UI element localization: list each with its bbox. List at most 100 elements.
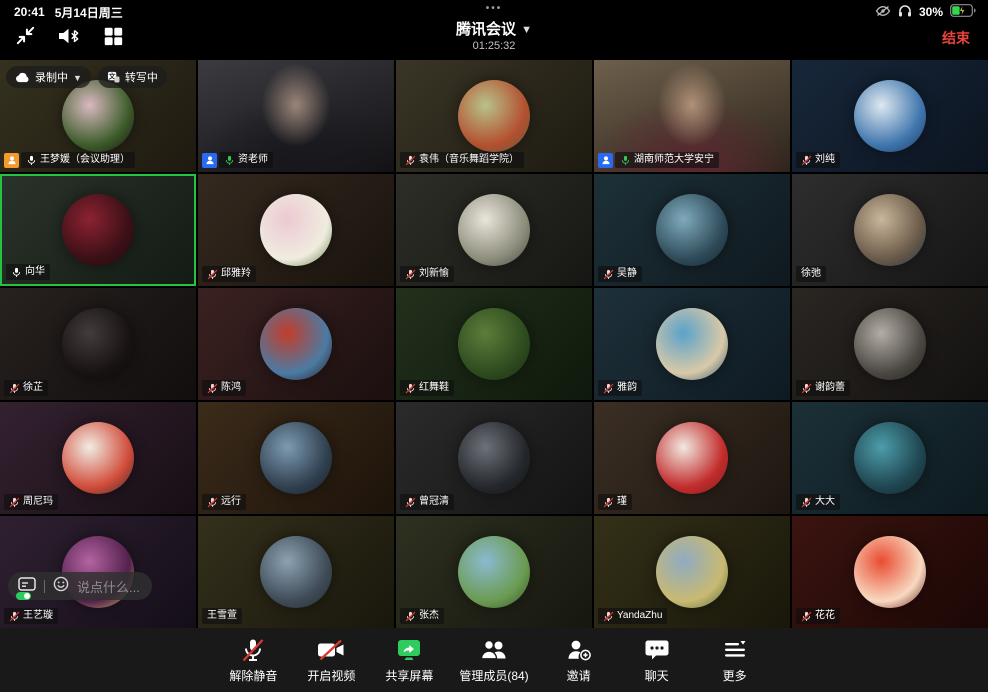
name-pill: 大大 <box>796 494 840 510</box>
participant-tile[interactable]: YandaZhu <box>594 516 790 628</box>
name-pill: 资老师 <box>219 152 273 168</box>
participant-name: 雅韵 <box>617 382 637 394</box>
speaker-bluetooth-icon[interactable] <box>57 25 82 47</box>
mic-icon <box>405 383 416 394</box>
mic-icon <box>207 497 218 508</box>
name-label-row: 谢韵蕾 <box>796 380 850 396</box>
host-badge-icon <box>4 153 19 168</box>
name-label-row: YandaZhu <box>598 608 667 624</box>
avatar <box>260 194 332 266</box>
chat-button[interactable]: 聊天 <box>629 636 685 684</box>
participant-name: 王艺璇 <box>23 610 53 622</box>
participant-tile[interactable]: 花花 <box>792 516 988 628</box>
invite-button[interactable]: 邀请 <box>551 636 607 684</box>
share-screen-button[interactable]: 共享屏幕 <box>381 636 437 684</box>
participant-tile[interactable]: 谢韵蕾 <box>792 288 988 400</box>
name-label-row: 资老师 <box>202 152 273 168</box>
invite-icon <box>565 636 593 663</box>
participant-tile[interactable]: 雅韵 <box>594 288 790 400</box>
name-pill: 向华 <box>6 264 50 280</box>
avatar <box>854 422 926 494</box>
subtitle-toggle-on[interactable] <box>16 592 31 600</box>
chat-quick-input[interactable]: 说点什么... <box>8 572 152 600</box>
participant-tile[interactable]: 周尼玛 <box>0 402 196 514</box>
mic-icon <box>9 383 20 394</box>
participant-tile[interactable]: 资老师 <box>198 60 394 172</box>
chat-input-placeholder[interactable]: 说点什么... <box>77 577 140 596</box>
avatar <box>62 194 134 266</box>
participant-tile[interactable]: 徐弛 <box>792 174 988 286</box>
avatar <box>854 80 926 152</box>
name-label-row: 曾冠清 <box>400 494 454 510</box>
participant-name: 瑾 <box>617 496 627 508</box>
battery-percent: 30% <box>919 5 943 19</box>
more-button[interactable]: 更多 <box>707 636 763 684</box>
participant-tile[interactable]: 袁伟（音乐舞蹈学院） <box>396 60 592 172</box>
meeting-title[interactable]: 腾讯会议 ▼ <box>456 18 532 39</box>
name-pill: 远行 <box>202 494 246 510</box>
participant-name: 邱雅羚 <box>221 268 251 280</box>
avatar <box>62 422 134 494</box>
layout-grid-icon[interactable] <box>102 25 124 47</box>
start-video-button[interactable]: 开启视频 <box>303 636 359 684</box>
mic-icon <box>603 497 614 508</box>
mic-icon <box>603 269 614 280</box>
manage-members-button[interactable]: 管理成员(84) <box>459 636 528 684</box>
transcribing-label: 转写中 <box>125 69 158 85</box>
mic-icon <box>224 155 235 166</box>
recording-badge[interactable]: 录制中▼ <box>6 66 91 88</box>
battery-charging-icon <box>950 4 976 20</box>
transcribing-badge[interactable]: 文转写中 <box>98 66 167 88</box>
name-pill: 王梦媛（会议助理） <box>21 152 135 168</box>
participant-name: 陈鸿 <box>221 382 241 394</box>
tool-label: 邀请 <box>567 667 591 684</box>
participant-tile[interactable]: 徐芷 <box>0 288 196 400</box>
members-icon <box>479 636 509 663</box>
mic-icon <box>405 269 416 280</box>
avatar <box>854 308 926 380</box>
participant-tile[interactable]: 远行 <box>198 402 394 514</box>
participant-name: 王雪萱 <box>207 610 237 622</box>
avatar <box>260 536 332 608</box>
participant-tile[interactable]: 大大 <box>792 402 988 514</box>
participant-tile[interactable]: 张杰 <box>396 516 592 628</box>
meeting-header: 腾讯会议 ▼ 01:25:32 <box>0 18 988 52</box>
name-label-row: 刘新愉 <box>400 266 454 282</box>
participant-tile[interactable]: 刘纯 <box>792 60 988 172</box>
mic-icon <box>801 155 812 166</box>
chevron-down-icon: ▼ <box>521 24 532 36</box>
mic-icon <box>207 383 218 394</box>
emoji-icon[interactable] <box>53 576 69 597</box>
participant-name: 周尼玛 <box>23 496 53 508</box>
participant-tile[interactable]: 录制中▼ 文转写中 王梦媛（会议助理） <box>0 60 196 172</box>
participant-tile[interactable]: 向华 <box>0 174 196 286</box>
mic-icon <box>405 611 416 622</box>
participant-tile[interactable]: 王雪萱 <box>198 516 394 628</box>
participant-tile[interactable]: 湖南师范大学安宁 <box>594 60 790 172</box>
mic-icon <box>603 611 614 622</box>
unmute-button[interactable]: 解除静音 <box>225 636 281 684</box>
name-pill: 张杰 <box>400 608 444 624</box>
minimize-icon[interactable] <box>14 24 37 47</box>
participant-name: 远行 <box>221 496 241 508</box>
chat-icon <box>644 636 670 663</box>
participant-name: 张杰 <box>419 610 439 622</box>
participant-tile[interactable]: 邱雅羚 <box>198 174 394 286</box>
participant-name: 谢韵蕾 <box>815 382 845 394</box>
name-label-row: 王梦媛（会议助理） <box>4 152 135 168</box>
participant-name: 刘新愉 <box>419 268 449 280</box>
participant-tile[interactable]: 瑾 <box>594 402 790 514</box>
participant-name: 红舞鞋 <box>419 382 449 394</box>
avatar <box>260 422 332 494</box>
subtitle-bubble-icon[interactable] <box>18 577 36 595</box>
name-label-row: 大大 <box>796 494 840 510</box>
participant-tile[interactable]: 红舞鞋 <box>396 288 592 400</box>
participant-tile[interactable]: 吴静 <box>594 174 790 286</box>
participant-tile[interactable]: 陈鸿 <box>198 288 394 400</box>
name-label-row: 周尼玛 <box>4 494 58 510</box>
participant-name: 王梦媛（会议助理） <box>40 154 130 166</box>
participant-tile[interactable]: 曾冠清 <box>396 402 592 514</box>
name-pill: 曾冠清 <box>400 494 454 510</box>
end-meeting-button[interactable]: 结束 <box>942 28 970 48</box>
participant-tile[interactable]: 刘新愉 <box>396 174 592 286</box>
